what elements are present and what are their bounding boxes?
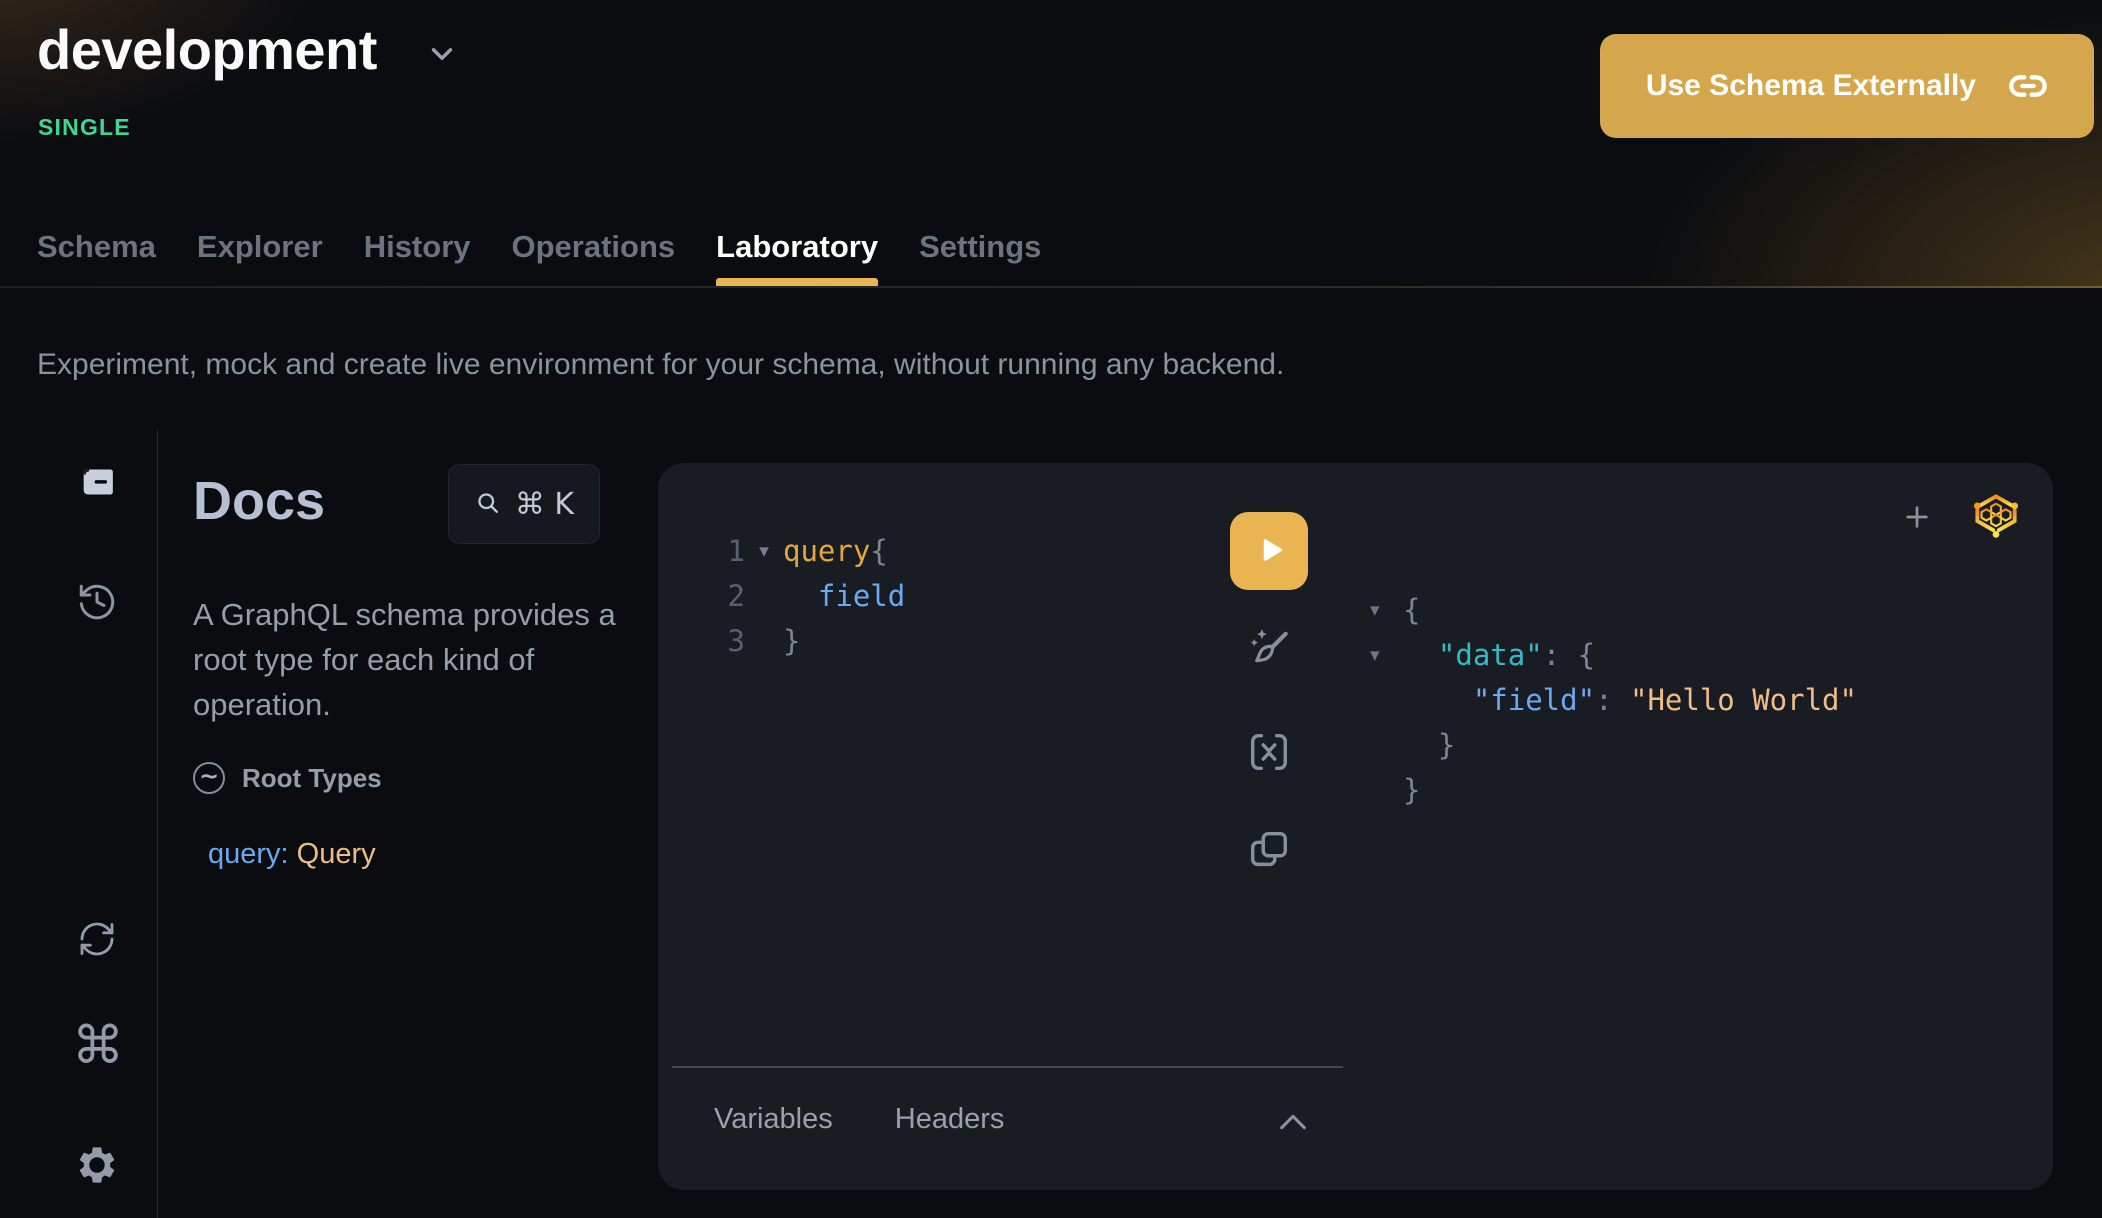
play-icon <box>1251 532 1287 571</box>
add-tab-plus-icon[interactable] <box>1901 501 1933 533</box>
root-separator: : <box>281 838 297 870</box>
tab-history[interactable]: History <box>364 196 471 288</box>
code-token-brace: { <box>870 534 887 568</box>
use-schema-externally-button[interactable]: Use Schema Externally <box>1600 34 2094 138</box>
chevron-up-icon[interactable] <box>1276 1109 1310 1135</box>
command-palette-icon[interactable]: ⌘ <box>72 1018 120 1074</box>
project-title-row: development <box>37 14 459 86</box>
root-types-heading: Root Types <box>242 763 382 794</box>
root-field-name[interactable]: query <box>208 838 281 870</box>
response-token-brace: { <box>1578 638 1595 672</box>
prettify-query-icon[interactable] <box>1246 625 1292 671</box>
search-icon <box>474 489 502 520</box>
page-description: Experiment, mock and create live environ… <box>37 348 1284 382</box>
response-token-brace: } <box>1403 768 1420 813</box>
history-icon[interactable] <box>76 581 118 623</box>
fold-arrow-icon[interactable]: ▾ <box>1370 588 1403 633</box>
docs-panel-title: Docs <box>193 470 325 532</box>
response-token-key: "data" <box>1438 638 1543 672</box>
line-number: 1 <box>718 529 745 574</box>
code-token-field: field <box>783 574 905 619</box>
settings-gear-icon[interactable] <box>75 1143 119 1187</box>
response-token-key: "field" <box>1473 683 1595 717</box>
header-divider <box>0 286 2102 288</box>
fold-arrow-icon[interactable]: ▾ <box>1370 633 1403 678</box>
root-types-section: ~ Root Types <box>193 762 382 794</box>
response-token-value: "Hello World" <box>1630 683 1857 717</box>
response-line: ▾ { <box>1370 588 1857 633</box>
response-token-sep: : <box>1595 683 1630 717</box>
fold-gutter <box>745 619 783 664</box>
copy-query-icon[interactable] <box>1246 827 1292 873</box>
docs-search-button[interactable]: ⌘ K <box>448 464 600 544</box>
merge-fragments-icon[interactable] <box>1246 729 1292 775</box>
response-line: ▾ "data": { <box>1370 633 1857 678</box>
page-title: development <box>37 14 377 86</box>
search-shortcut: ⌘ K <box>515 487 574 522</box>
response-indent <box>1403 638 1438 672</box>
graphql-hive-logo[interactable] <box>1969 487 2023 543</box>
refresh-schema-icon[interactable] <box>77 919 117 959</box>
response-token-sep: : <box>1543 638 1578 672</box>
fold-gutter <box>745 574 783 619</box>
root-type-name[interactable]: Query <box>297 838 376 870</box>
editor-footer-tabs: Variables Headers <box>714 1103 1004 1136</box>
response-indent <box>1403 683 1473 717</box>
editor-footer-divider <box>672 1066 1343 1068</box>
response-viewer: ▾ { ▾ "data": { "field": "Hello World" }… <box>1370 588 1857 813</box>
sidebar-divider <box>157 430 158 1218</box>
response-line: } <box>1370 723 1857 768</box>
code-token-brace: } <box>783 619 800 664</box>
code-line: 1 ▾ query{ <box>718 529 905 574</box>
tab-variables[interactable]: Variables <box>714 1103 833 1136</box>
graphiql-panel: 1 ▾ query{ 2 field 3 } <box>658 463 2053 1190</box>
fold-gutter <box>1370 768 1403 813</box>
root-type-query-link[interactable]: query: Query <box>208 838 376 871</box>
chevron-down-icon[interactable] <box>425 37 459 71</box>
root-types-tilde-icon: ~ <box>193 762 225 794</box>
fold-gutter <box>1370 723 1403 768</box>
code-line: 3 } <box>718 619 905 664</box>
use-schema-externally-label: Use Schema Externally <box>1646 69 1976 103</box>
tab-headers[interactable]: Headers <box>895 1103 1005 1136</box>
response-token: { <box>1403 588 1420 633</box>
line-number: 2 <box>718 574 745 619</box>
tab-schema[interactable]: Schema <box>37 196 156 288</box>
code-line: 2 field <box>718 574 905 619</box>
docs-description: A GraphQL schema provides a root type fo… <box>193 592 629 727</box>
response-line: "field": "Hello World" <box>1370 678 1857 723</box>
response-token-brace: } <box>1403 723 1455 768</box>
docs-book-icon[interactable] <box>77 462 117 502</box>
code-token-keyword: query <box>783 534 870 568</box>
fold-arrow-icon[interactable]: ▾ <box>745 529 783 574</box>
tab-explorer[interactable]: Explorer <box>197 196 323 288</box>
main-tabs: Schema Explorer History Operations Labor… <box>37 196 1041 288</box>
tab-settings[interactable]: Settings <box>919 196 1041 288</box>
response-line: } <box>1370 768 1857 813</box>
status-badge: SINGLE <box>38 114 131 141</box>
tab-operations[interactable]: Operations <box>512 196 676 288</box>
fold-gutter <box>1370 678 1403 723</box>
tab-laboratory[interactable]: Laboratory <box>716 196 878 288</box>
query-editor[interactable]: 1 ▾ query{ 2 field 3 } <box>718 529 905 664</box>
line-number: 3 <box>718 619 745 664</box>
laboratory-page: development SINGLE Use Schema Externally… <box>0 0 2102 1218</box>
link-icon <box>2008 66 2048 106</box>
header: development SINGLE Use Schema Externally… <box>0 0 2102 288</box>
execute-query-button[interactable] <box>1230 512 1308 590</box>
